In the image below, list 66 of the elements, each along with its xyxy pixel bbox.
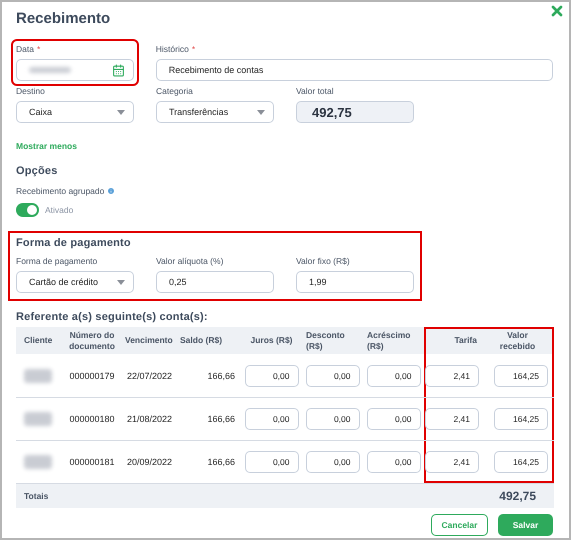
field-label: Histórico bbox=[156, 44, 189, 54]
column-header: Desconto (R$) bbox=[306, 330, 346, 351]
field-label: Forma de pagamento bbox=[16, 256, 98, 266]
column-header: Cliente bbox=[24, 335, 52, 346]
amount-input[interactable]: 0,00 bbox=[244, 451, 298, 473]
amount-input[interactable]: 0,00 bbox=[306, 451, 360, 473]
table-cell: 166,66 bbox=[207, 414, 235, 424]
field-label: Valor total bbox=[296, 86, 335, 96]
table-cell: 21/08/2022 bbox=[126, 414, 172, 424]
calendar-icon[interactable] bbox=[112, 64, 125, 76]
required-mark: * bbox=[192, 44, 196, 54]
column-header: Tarifa bbox=[454, 335, 477, 346]
caret-icon bbox=[117, 110, 125, 114]
total-value-field: 492,75 bbox=[296, 101, 414, 123]
amount-input[interactable]: 0,00 bbox=[306, 408, 360, 430]
column-header: Valor recebido bbox=[498, 330, 536, 351]
payment-method-select[interactable]: Cartão de crédito bbox=[16, 271, 134, 293]
amount-input[interactable]: 164,25 bbox=[494, 408, 548, 430]
column-header: Acréscimo (R$) bbox=[367, 330, 412, 351]
category-select[interactable]: Transferências bbox=[156, 101, 274, 123]
amount-input[interactable]: 0,00 bbox=[244, 408, 298, 430]
field-label: Categoria bbox=[156, 86, 194, 96]
section-title: Referente a(s) seguinte(s) conta(s): bbox=[16, 311, 209, 323]
rate-field[interactable]: 0,25 bbox=[156, 271, 274, 293]
close-button[interactable] bbox=[549, 3, 565, 19]
history-field[interactable]: Recebimento de contas bbox=[156, 59, 553, 81]
amount-input[interactable]: 164,25 bbox=[494, 364, 548, 386]
required-mark: * bbox=[36, 44, 40, 54]
caret-icon bbox=[257, 110, 265, 114]
dialog-title: Recebimento bbox=[16, 10, 110, 27]
section-title: Forma de pagamento bbox=[16, 237, 132, 249]
table-cell: 166,66 bbox=[207, 457, 235, 467]
amount-input[interactable]: 0,00 bbox=[366, 364, 420, 386]
table-cell: 166,66 bbox=[207, 370, 235, 380]
table-cell: 22/07/2022 bbox=[126, 370, 172, 380]
column-header: Número do documento bbox=[68, 330, 116, 351]
field-label: Data bbox=[16, 44, 34, 54]
totals-value: 492,75 bbox=[499, 489, 536, 503]
field-label: Valor alíquota (%) bbox=[156, 256, 224, 266]
amount-input[interactable]: 164,25 bbox=[494, 451, 548, 473]
fixed-value-field[interactable]: 1,99 bbox=[296, 271, 414, 293]
date-field[interactable] bbox=[16, 59, 134, 81]
caret-icon bbox=[117, 280, 125, 284]
column-header: Vencimento bbox=[125, 335, 173, 346]
field-label: Destino bbox=[16, 86, 46, 96]
option-label: Recebimento agrupado bbox=[16, 186, 104, 196]
table-cell: 20/09/2022 bbox=[126, 457, 172, 467]
amount-input[interactable]: 0,00 bbox=[366, 408, 420, 430]
amount-input[interactable]: 2,41 bbox=[425, 408, 479, 430]
amount-input[interactable]: 0,00 bbox=[244, 364, 298, 386]
amount-input[interactable]: 2,41 bbox=[425, 364, 479, 386]
info-icon[interactable] bbox=[107, 187, 116, 195]
table-cell: 000000180 bbox=[69, 414, 115, 424]
section-title: Opções bbox=[16, 165, 59, 177]
table-cell: 000000179 bbox=[69, 370, 115, 380]
column-header: Juros (R$) bbox=[250, 335, 293, 346]
amount-input[interactable]: 2,41 bbox=[425, 451, 479, 473]
table-cell: 000000181 bbox=[69, 457, 115, 467]
totals-label: Totais bbox=[24, 491, 48, 501]
toggle-switch[interactable] bbox=[16, 203, 39, 217]
toggle-state: Ativado bbox=[45, 205, 74, 215]
destination-select[interactable]: Caixa bbox=[16, 101, 134, 123]
amount-input[interactable]: 0,00 bbox=[306, 364, 360, 386]
column-header: Saldo (R$) bbox=[180, 335, 222, 346]
amount-input[interactable]: 0,00 bbox=[366, 451, 420, 473]
field-label: Valor fixo (R$) bbox=[296, 256, 351, 266]
